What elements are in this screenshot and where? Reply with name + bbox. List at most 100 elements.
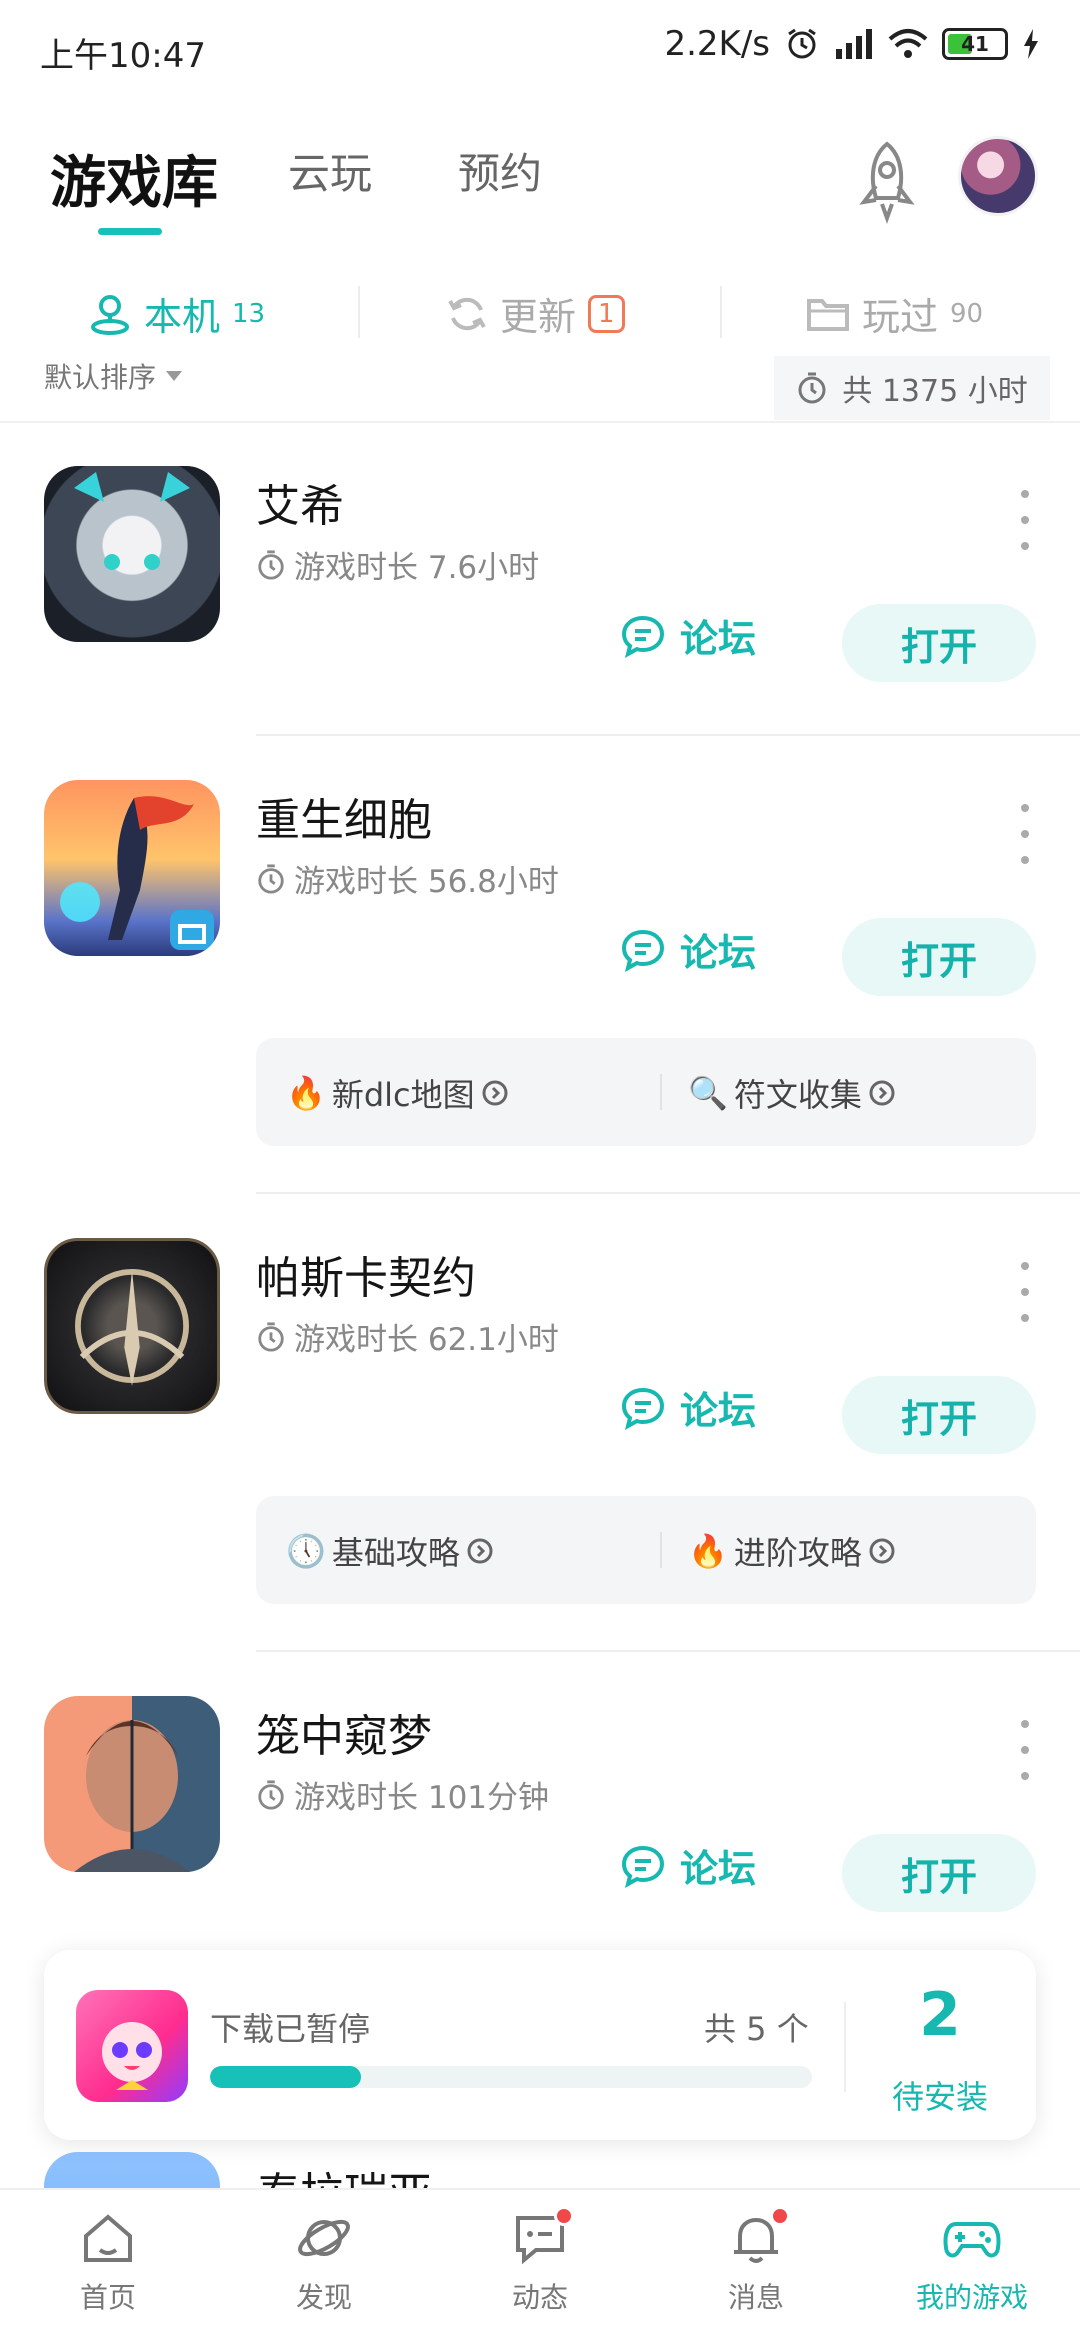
download-total-count: 共 5 个 <box>704 2010 809 2048</box>
chevron-circle-icon <box>869 1538 895 1564</box>
forum-chat-icon <box>621 929 665 972</box>
pending-install-count[interactable]: 2 <box>844 1980 1036 2050</box>
guide-tips: 🕔 基础攻略 🔥 进阶攻略 <box>256 1496 1036 1604</box>
game-icon <box>44 466 220 642</box>
game-icon <box>44 780 220 956</box>
forum-button[interactable]: 论坛 <box>620 1838 756 1893</box>
game-title: 笼中窥梦 <box>256 1711 432 1762</box>
forum-button-label: 论坛 <box>680 1389 757 1433</box>
divider <box>660 1074 662 1110</box>
notification-dot <box>770 2206 790 2226</box>
more-options-icon[interactable] <box>1010 804 1040 864</box>
game-playtime: 游戏时长 62.1小时 <box>256 1314 559 1359</box>
stopwatch-icon <box>258 863 284 894</box>
clock-icon: 🕔 <box>286 1532 326 1570</box>
rocket-icon[interactable] <box>850 140 924 224</box>
tab-reservation[interactable]: 预约 <box>458 140 542 201</box>
game-playtime-text: 游戏时长 7.6小时 <box>294 550 540 586</box>
guide-tip-label: 基础攻略 <box>331 1534 460 1572</box>
forum-button-label: 论坛 <box>680 1847 757 1891</box>
net-speed: 2.2K/s <box>664 24 770 64</box>
download-progress-fill <box>210 2066 361 2088</box>
guide-tip-link[interactable]: 🔥 新dlc地图 <box>286 1070 509 1116</box>
more-options-icon[interactable] <box>1010 1262 1040 1322</box>
tab-cloud-play[interactable]: 云玩 <box>288 140 372 201</box>
signal-icon <box>836 29 872 59</box>
forum-button[interactable]: 论坛 <box>620 1380 756 1435</box>
guide-tip-link[interactable]: 🔥 进阶攻略 <box>688 1528 896 1574</box>
charging-icon <box>1024 29 1038 59</box>
download-game-icon <box>76 1990 188 2102</box>
alarm-icon <box>788 28 816 59</box>
update-count-badge: 1 <box>588 294 625 333</box>
open-game-button[interactable]: 打开 <box>842 1376 1036 1454</box>
forum-chat-icon <box>621 615 665 658</box>
nav-discover[interactable]: 发现 <box>216 2208 432 2316</box>
game-item-partial[interactable]: 泰拉瑞亚 <box>0 2148 1080 2188</box>
game-title: 重生细胞 <box>256 795 432 846</box>
game-icon <box>44 1696 220 1872</box>
open-game-button[interactable]: 打开 <box>842 1834 1036 1912</box>
divider <box>256 1650 1080 1652</box>
game-playtime-text: 游戏时长 56.8小时 <box>294 864 559 900</box>
subtab-local-count: 13 <box>232 298 266 329</box>
fire-icon: 🔥 <box>286 1074 326 1112</box>
status-icons: 2.2K/s 41 <box>664 24 1040 64</box>
game-icon <box>44 2152 220 2188</box>
subtab-local[interactable]: 本机 13 <box>88 286 265 341</box>
game-title: 帕斯卡契约 <box>256 1253 476 1304</box>
divider <box>0 421 1080 423</box>
stopwatch-icon <box>258 1321 284 1352</box>
status-bar: 上午10:47 2.2K/s 41 <box>0 0 1080 96</box>
fire-icon: 🔥 <box>688 1532 728 1570</box>
home-icon <box>84 2214 132 2262</box>
forum-button[interactable]: 论坛 <box>620 608 756 663</box>
pending-install-label[interactable]: 待安装 <box>844 2072 1036 2118</box>
folder-icon <box>807 298 849 331</box>
nav-label: 我的游戏 <box>915 2281 1028 2314</box>
game-playtime-text: 游戏时长 62.1小时 <box>294 1322 559 1358</box>
nav-label: 消息 <box>727 2281 784 2314</box>
game-playtime: 游戏时长 56.8小时 <box>256 856 559 901</box>
subtab-update[interactable]: 更新 1 <box>446 286 625 341</box>
status-time: 上午10:47 <box>40 36 206 76</box>
nav-feed[interactable]: 动态 <box>432 2206 648 2316</box>
nav-my-games[interactable]: 我的游戏 <box>864 2208 1080 2316</box>
subtab-update-label: 更新 <box>500 295 577 339</box>
nav-home[interactable]: 首页 <box>0 2208 216 2316</box>
nav-label: 发现 <box>295 2281 352 2314</box>
open-game-button[interactable]: 打开 <box>842 918 1036 996</box>
forum-button-label: 论坛 <box>680 617 757 661</box>
subtab-local-label: 本机 <box>144 295 221 339</box>
bottom-navigation: 首页 发现 动态 消息 我的游戏 <box>0 2188 1080 2340</box>
sub-tabs: 本机 13 更新 1 玩过 90 <box>0 260 1080 356</box>
forum-chat-icon <box>621 1845 665 1888</box>
notification-dot <box>554 2206 574 2226</box>
nav-label: 首页 <box>79 2281 136 2314</box>
subtab-played[interactable]: 玩过 90 <box>806 286 983 341</box>
guide-tip-link[interactable]: 🔍 符文收集 <box>688 1070 896 1116</box>
guide-tip-link[interactable]: 🕔 基础攻略 <box>286 1528 494 1574</box>
forum-button[interactable]: 论坛 <box>620 922 756 977</box>
more-options-icon[interactable] <box>1010 490 1040 550</box>
location-user-icon <box>91 294 129 335</box>
divider <box>720 286 722 338</box>
guide-tip-label: 符文收集 <box>733 1076 862 1114</box>
open-game-button[interactable]: 打开 <box>842 604 1036 682</box>
stopwatch-icon <box>798 372 826 404</box>
guide-tip-label: 进阶攻略 <box>733 1534 862 1572</box>
caret-down-icon <box>166 371 183 381</box>
magnifier-icon: 🔍 <box>688 1074 728 1112</box>
nav-messages[interactable]: 消息 <box>648 2206 864 2316</box>
chat-icon <box>510 2206 574 2268</box>
guide-tips: 🔥 新dlc地图 🔍 符文收集 <box>256 1038 1036 1146</box>
top-tabs: 游戏库 云玩 预约 <box>0 120 1080 250</box>
user-avatar[interactable] <box>958 136 1038 216</box>
download-progress-bar <box>210 2066 812 2088</box>
tab-game-library[interactable]: 游戏库 <box>50 138 218 219</box>
download-status-card[interactable]: 下载已暂停 共 5 个 2 待安装 <box>44 1950 1036 2140</box>
chevron-circle-icon <box>869 1080 895 1106</box>
bell-icon <box>726 2206 790 2268</box>
more-options-icon[interactable] <box>1010 1720 1040 1780</box>
sort-dropdown[interactable]: 默认排序 <box>44 356 183 396</box>
